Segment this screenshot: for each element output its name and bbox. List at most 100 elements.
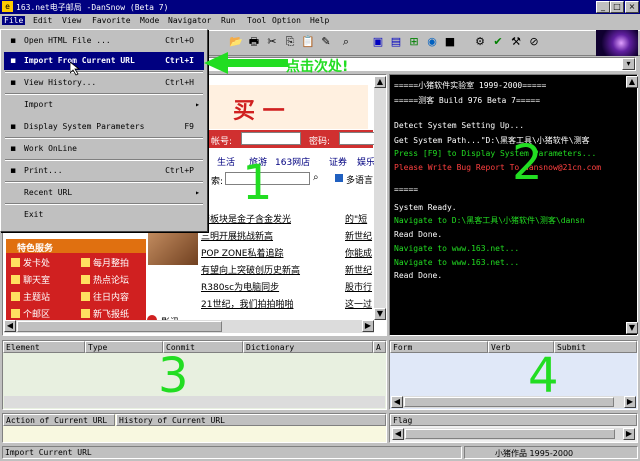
web-nav-link[interactable]: 娱乐	[357, 155, 375, 168]
tab-history-current-url[interactable]: History of Current URL	[116, 414, 386, 426]
element-list-header[interactable]: A	[373, 341, 386, 353]
browser-scrollbar-vertical[interactable]	[374, 76, 386, 320]
file-menu-item[interactable]: ▪ Import From Current URL Ctrl+I	[4, 52, 204, 70]
menu-option[interactable]: Option	[272, 16, 301, 25]
view-normal-icon[interactable]: ▣	[370, 34, 386, 50]
tab-action-current-url[interactable]: Action of Current URL	[3, 414, 115, 426]
news-link[interactable]: 三明开展挑战新高	[201, 229, 273, 242]
file-menu-item[interactable]: ▪ View History... Ctrl+H	[4, 74, 204, 92]
service-link[interactable]: 个邮区	[23, 307, 50, 320]
right-news-link[interactable]: 股市行	[345, 280, 372, 293]
service-link[interactable]: 新飞报纸	[93, 307, 129, 320]
element-list-header[interactable]: Dictionary	[243, 341, 373, 353]
menu-view[interactable]: View	[62, 16, 81, 25]
news-link[interactable]: 药板块是金子含金发光	[201, 212, 291, 225]
file-menu-item[interactable]: Import ▸	[4, 96, 204, 114]
minimize-button[interactable]: _	[596, 1, 610, 13]
file-menu-shortcut: Ctrl+I	[165, 56, 194, 65]
find-icon[interactable]: ⌕	[338, 34, 354, 50]
element-list-header[interactable]: Element	[3, 341, 85, 353]
console-line: Navigate to www.163.net...	[394, 244, 520, 253]
file-menu-item[interactable]: ▪ Print... Ctrl+P	[4, 162, 204, 180]
multilang-checkbox[interactable]	[335, 174, 343, 182]
menu-help[interactable]: Help	[310, 16, 329, 25]
menu-run[interactable]: Run	[221, 16, 235, 25]
browser-scroll-thumb[interactable]	[17, 321, 222, 332]
service-link[interactable]: 发卡处	[23, 256, 50, 269]
service-link[interactable]: 主题站	[23, 290, 50, 303]
paste-icon[interactable]: 📋	[300, 34, 316, 50]
check-icon[interactable]: ✔	[490, 34, 506, 50]
news-link[interactable]: POP ZONE私着追踪	[201, 246, 283, 259]
close-button[interactable]: ×	[625, 1, 639, 13]
news-link[interactable]: 21世纪，我们拍拍啪啪	[201, 297, 293, 310]
web-banner-text: 买 一	[233, 99, 285, 124]
view-source-icon[interactable]: ⊞	[406, 34, 422, 50]
file-menu-item[interactable]: ▪ Open HTML File ... Ctrl+O	[4, 32, 204, 50]
right-news-link[interactable]: 的"短	[345, 212, 367, 225]
news-link[interactable]: R380sc为电脑同步	[201, 280, 279, 293]
console-scroll-up[interactable]: ▲	[626, 76, 638, 88]
service-link[interactable]: 每月整拍	[93, 256, 129, 269]
file-menu-shortcut: Ctrl+P	[165, 166, 194, 175]
edit-icon[interactable]: ✎	[318, 34, 334, 50]
form-scroll-right[interactable]: ▶	[624, 396, 636, 408]
web-nav-link[interactable]: 163网店	[275, 155, 310, 168]
web-nav-link[interactable]: 证券	[329, 155, 347, 168]
service-link[interactable]: 聊天室	[23, 273, 50, 286]
form-scroll-thumb[interactable]	[404, 397, 614, 407]
menu-file[interactable]: File	[2, 16, 26, 25]
console-pane: =====小猪软件实验室 1999-2000===== =====测客 Build…	[389, 74, 638, 336]
print-icon[interactable]: 🖶	[246, 34, 262, 50]
service-icon	[11, 275, 20, 284]
monitor-icon[interactable]: ■	[442, 34, 458, 50]
form-list-header[interactable]: Form	[390, 341, 488, 353]
element-list-hscroll[interactable]	[4, 396, 385, 408]
news-link[interactable]: 有望向上突破创历史新高	[201, 263, 300, 276]
flag-scroll-left[interactable]: ◀	[392, 428, 404, 440]
element-list-header[interactable]: Type	[85, 341, 163, 353]
console-scroll-down[interactable]: ▼	[626, 322, 638, 334]
disconnect-icon[interactable]: ⊘	[526, 34, 542, 50]
globe-icon[interactable]: ◉	[424, 34, 440, 50]
browser-scroll-left[interactable]: ◀	[4, 320, 16, 332]
file-menu-label: View History...	[24, 78, 97, 87]
maximize-button[interactable]: □	[610, 1, 624, 13]
service-link[interactable]: 往日内容	[93, 290, 129, 303]
form-scroll-left[interactable]: ◀	[391, 396, 403, 408]
form-list-header[interactable]: Submit	[554, 341, 637, 353]
browser-scroll-down[interactable]: ▼	[374, 308, 386, 320]
address-dropdown-button[interactable]: ▾	[622, 58, 635, 70]
file-menu-item[interactable]: ▪ Display System Parameters F9	[4, 118, 204, 136]
menu-edit[interactable]: Edit	[33, 16, 52, 25]
menu-favorite[interactable]: Favorite	[92, 16, 131, 25]
view-frame-icon[interactable]: ▤	[388, 34, 404, 50]
open-icon[interactable]: 📂	[228, 34, 244, 50]
right-news-link[interactable]: 新世纪	[345, 263, 372, 276]
parameters-icon: ▪	[9, 122, 17, 132]
browser-scroll-right[interactable]: ▶	[362, 320, 374, 332]
right-news-link[interactable]: 这一过	[345, 297, 372, 310]
cut-icon[interactable]: ✂	[264, 34, 280, 50]
account-input[interactable]	[241, 132, 301, 145]
copy-icon[interactable]: ⎘	[282, 34, 298, 50]
menu-mode[interactable]: Mode	[140, 16, 159, 25]
tools-icon[interactable]: ⚒	[508, 34, 524, 50]
right-news-link[interactable]: 新世纪	[345, 229, 372, 242]
web-search-icon[interactable]: ⌕	[313, 172, 319, 183]
flag-scroll-thumb[interactable]	[405, 429, 615, 439]
menu-navigator[interactable]: Navigator	[168, 16, 211, 25]
settings-icon[interactable]: ⚙	[472, 34, 488, 50]
password-input[interactable]	[339, 132, 379, 145]
service-link[interactable]: 热点论坛	[93, 273, 129, 286]
web-nav-link[interactable]: 生活	[217, 155, 235, 168]
menu-tool[interactable]: Tool	[247, 16, 266, 25]
right-news-link[interactable]: 你能成	[345, 246, 372, 259]
browser-scroll-up[interactable]: ▲	[374, 76, 386, 88]
file-menu-item[interactable]: Exit	[4, 206, 204, 224]
title-bar: e 163.net电子邮局 -DanSnow (Beta 7) _ □ ×	[0, 0, 640, 14]
file-menu-label: Print...	[24, 166, 63, 175]
flag-scroll-right[interactable]: ▶	[623, 428, 635, 440]
file-menu-item[interactable]: ▪ Work OnLine	[4, 140, 204, 158]
file-menu-item[interactable]: Recent URL ▸	[4, 184, 204, 202]
